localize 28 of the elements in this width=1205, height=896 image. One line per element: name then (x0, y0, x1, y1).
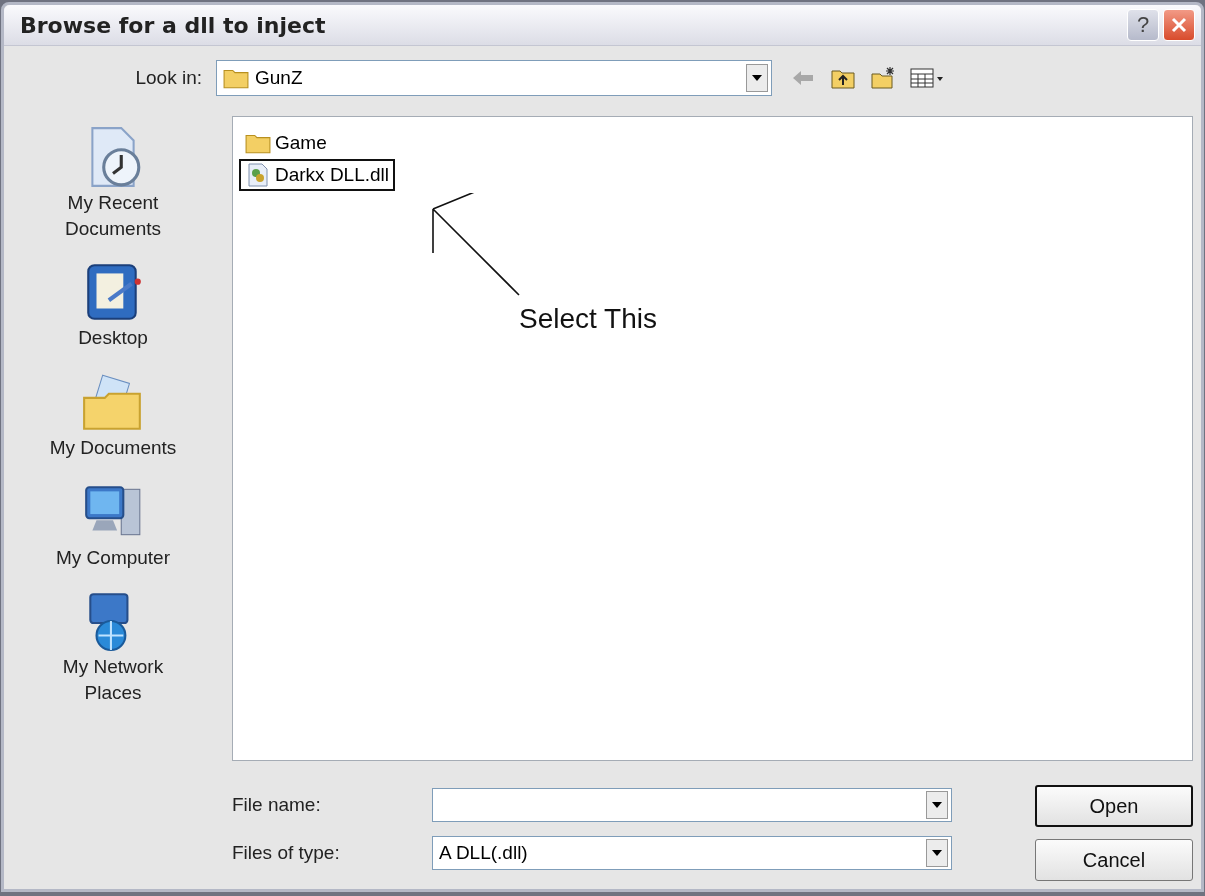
file-item[interactable]: Game (239, 127, 333, 159)
close-button[interactable] (1163, 9, 1195, 41)
place-item[interactable]: Desktop (33, 325, 193, 351)
help-button[interactable]: ? (1127, 9, 1159, 41)
annotation-text: Select This (519, 303, 657, 335)
place-item[interactable]: My Documents (33, 434, 193, 461)
new-folder-icon[interactable] (870, 66, 896, 90)
look-in-label: Look in: (134, 67, 203, 89)
look-in-dropdown[interactable]: GunZ (216, 60, 772, 96)
dropdown-button[interactable] (926, 839, 948, 867)
dialog-button[interactable]: Open (1035, 785, 1193, 827)
close-icon (1171, 17, 1187, 33)
file-type-label: Files of type: (232, 842, 341, 864)
file-type-dropdown[interactable]: A DLL(.dll) (432, 836, 952, 870)
file-name-label: File name: (232, 794, 322, 816)
dropdown-button[interactable] (746, 64, 768, 92)
dropdown-arrow-icon (931, 801, 943, 809)
file-name-field[interactable] (432, 788, 952, 822)
view-menu-icon[interactable] (910, 66, 944, 90)
dropdown-arrow-icon (931, 849, 943, 857)
window-title: Browse for a dll to inject (20, 12, 327, 38)
dialog-button[interactable]: Cancel (1035, 839, 1193, 881)
place-item[interactable]: My Network Places (33, 654, 193, 706)
file-item[interactable]: Darkx DLL.dll (239, 159, 396, 191)
dropdown-button[interactable] (926, 791, 948, 819)
dropdown-arrow-icon (751, 74, 763, 82)
place-item[interactable]: My Recent Documents (33, 190, 193, 242)
place-item[interactable]: My Computer (33, 544, 193, 571)
